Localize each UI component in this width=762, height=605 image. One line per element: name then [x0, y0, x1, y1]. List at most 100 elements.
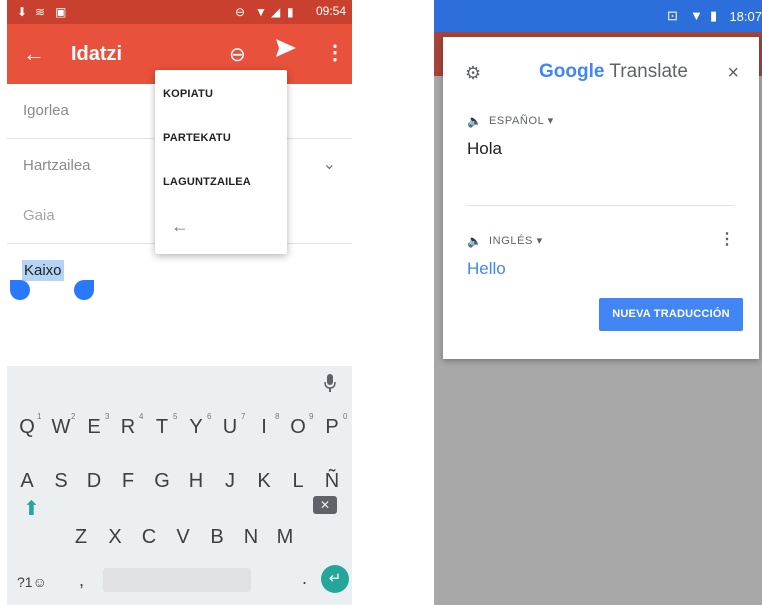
key-hint-8: 8: [275, 412, 280, 421]
key-y[interactable]: Y: [182, 416, 210, 439]
period-key[interactable]: .: [302, 568, 307, 589]
page-title: Idatzi: [71, 43, 123, 65]
to-label: Hartzailea: [23, 157, 91, 174]
microphone-icon[interactable]: [324, 374, 336, 397]
settings-icon[interactable]: ⚙: [465, 63, 481, 84]
attach-icon[interactable]: ⊖: [229, 42, 246, 67]
download-icon: ⬇: [17, 5, 28, 19]
status-time: 09:54: [315, 4, 346, 18]
key-v[interactable]: V: [169, 526, 197, 549]
selection-handle-end[interactable]: [74, 280, 94, 300]
key-x[interactable]: X: [101, 526, 129, 549]
vibrate-icon: ⊡: [667, 8, 678, 23]
key-p[interactable]: P: [318, 416, 346, 439]
status-time: 18:07: [729, 9, 762, 24]
backspace-icon[interactable]: ✕: [313, 496, 337, 514]
wifi-icon: ▼: [255, 5, 267, 19]
key-r[interactable]: R: [114, 416, 142, 439]
keyboard-bottom-row: ?1☺ , . ↵: [7, 562, 352, 602]
source-language-label: ESPAÑOL: [489, 115, 544, 127]
google-wordmark: Google: [539, 61, 605, 82]
subject-placeholder: Gaia: [23, 207, 55, 224]
signal-icon: ◢: [271, 5, 281, 19]
target-language-label: INGLÉS: [489, 235, 533, 247]
translated-text[interactable]: Hello: [467, 259, 506, 279]
key-hint-4: 4: [139, 412, 144, 421]
key-hint-3: 3: [105, 412, 110, 421]
key-d[interactable]: D: [80, 470, 108, 493]
key-hint-7: 7: [241, 412, 246, 421]
key-h[interactable]: H: [182, 470, 210, 493]
status-bar: ⊡ ▼ ▮ 18:07: [434, 0, 762, 32]
selected-body-text[interactable]: Kaixo: [22, 260, 64, 281]
key-hint-5: 5: [173, 412, 178, 421]
minus-circle-icon: ⊖: [235, 5, 246, 19]
keyboard: Q W E R T Y U I O P 1 2 3 4 5 6 7 8 9 0 …: [7, 366, 352, 605]
key-f[interactable]: F: [114, 470, 142, 493]
chevron-down-icon: ▾: [536, 235, 543, 247]
from-label: Igorlea: [23, 102, 69, 119]
menu-back-icon[interactable]: ←: [171, 216, 189, 237]
new-translation-button[interactable]: NUEVA TRADUCCIÓN: [599, 298, 743, 331]
left-phone-screen: ⬇ ≋ ▣ ⊖ ▼ ◢ ▮ 09:54 ← Idatzi ⊖ ⋮ Igorlea…: [7, 0, 352, 605]
key-g[interactable]: G: [148, 470, 176, 493]
space-key[interactable]: [103, 568, 251, 592]
wifi-icon: ▼: [690, 8, 703, 23]
key-hint-0: 0: [343, 412, 348, 421]
key-j[interactable]: J: [216, 470, 244, 493]
more-options-icon[interactable]: ⋮: [719, 229, 735, 249]
key-o[interactable]: O: [284, 416, 312, 439]
key-e[interactable]: E: [80, 416, 108, 439]
status-bar: ⬇ ≋ ▣ ⊖ ▼ ◢ ▮ 09:54: [7, 0, 352, 24]
source-text[interactable]: Hola: [467, 139, 502, 159]
translate-card: ⚙ Google Translate × 🔈 ESPAÑOL ▾ Hola 🔈 …: [443, 37, 759, 359]
battery-icon: ▮: [710, 8, 718, 23]
key-a[interactable]: A: [13, 470, 41, 493]
image-icon: ▣: [55, 5, 67, 19]
key-n[interactable]: N: [237, 526, 265, 549]
enter-icon[interactable]: ↵: [321, 565, 349, 593]
keyboard-row-1: Q W E R T Y U I O P 1 2 3 4 5 6 7 8 9 0: [7, 412, 352, 456]
source-speaker-icon[interactable]: 🔈: [467, 114, 482, 128]
target-speaker-icon[interactable]: 🔈: [467, 234, 482, 248]
source-language-select[interactable]: ESPAÑOL ▾: [489, 114, 554, 127]
keyboard-row-3: Z X C V B N M: [7, 526, 352, 566]
shift-icon[interactable]: ⬆: [23, 496, 40, 521]
key-m[interactable]: M: [271, 526, 299, 549]
key-u[interactable]: U: [216, 416, 244, 439]
key-k[interactable]: K: [250, 470, 278, 493]
menu-item-share[interactable]: PARTEKATU: [163, 132, 231, 144]
message-body[interactable]: Kaixo: [7, 244, 352, 366]
key-z[interactable]: Z: [67, 526, 95, 549]
chevron-down-icon: ▾: [547, 115, 554, 127]
close-icon[interactable]: ×: [727, 62, 739, 85]
back-arrow-icon[interactable]: ←: [23, 41, 45, 67]
wifi-icon: ≋: [35, 5, 46, 19]
key-hint-1: 1: [37, 412, 42, 421]
key-s[interactable]: S: [47, 470, 75, 493]
key-i[interactable]: I: [250, 416, 278, 439]
selection-handle-start[interactable]: [10, 280, 30, 300]
menu-item-copy[interactable]: KOPIATU: [163, 88, 213, 100]
send-icon[interactable]: [275, 37, 297, 59]
menu-item-assistant[interactable]: LAGUNTZAILEA: [163, 176, 251, 188]
text-selection-menu: KOPIATU PARTEKATU LAGUNTZAILEA ←: [155, 70, 287, 254]
chevron-down-icon[interactable]: ⌄: [323, 154, 336, 174]
translate-wordmark: Translate: [609, 61, 688, 82]
battery-icon: ▮: [287, 5, 294, 19]
key-hint-6: 6: [207, 412, 212, 421]
key-hint-9: 9: [309, 412, 314, 421]
right-phone-screen: ⊡ ▼ ▮ 18:07 ⚙ Google Translate × 🔈 ESPAÑ…: [434, 0, 762, 605]
divider: [467, 205, 735, 206]
comma-key[interactable]: ,: [79, 570, 84, 591]
key-l[interactable]: L: [284, 470, 312, 493]
key-n-tilde[interactable]: Ñ: [318, 470, 346, 493]
translate-title: Google Translate: [539, 61, 688, 83]
target-language-select[interactable]: INGLÉS ▾: [489, 234, 543, 247]
key-c[interactable]: C: [135, 526, 163, 549]
key-t[interactable]: T: [148, 416, 176, 439]
key-hint-2: 2: [71, 412, 76, 421]
symbols-key[interactable]: ?1☺: [17, 574, 47, 590]
more-options-icon[interactable]: ⋮: [325, 40, 345, 65]
key-b[interactable]: B: [203, 526, 231, 549]
